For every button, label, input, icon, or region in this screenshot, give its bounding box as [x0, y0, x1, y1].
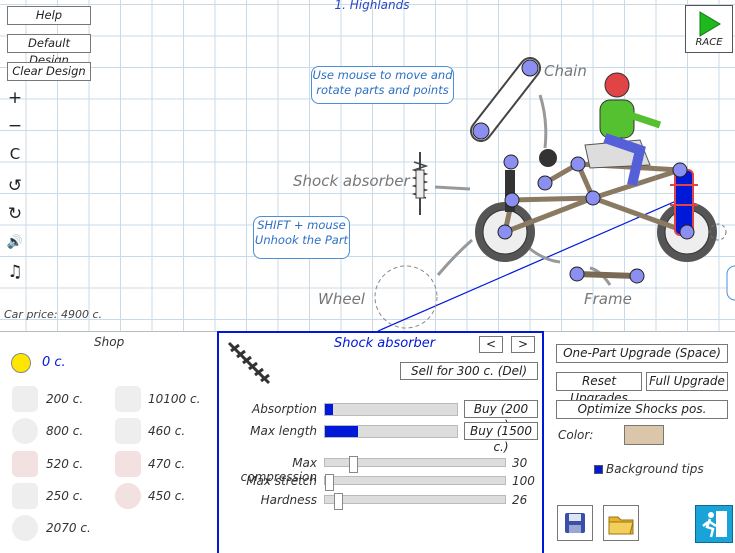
engine-icon[interactable] [115, 386, 141, 412]
shock-absorber-icon [227, 341, 271, 385]
max-stretch-value: 100 [512, 474, 535, 488]
exit-running-man-icon [702, 511, 727, 538]
reset-upgrades-button[interactable]: Reset Upgrades [556, 372, 642, 405]
max-stretch-slider[interactable] [324, 474, 506, 491]
part-panel: Shock absorber < > Sell for 300 c. (Del)… [217, 331, 544, 553]
chain-part-sample [470, 57, 541, 142]
hardness-label: Hardness [260, 493, 317, 507]
vehicle-drawing[interactable] [0, 0, 735, 331]
absorption-bar [324, 403, 458, 416]
max-compression-slider[interactable] [324, 456, 506, 473]
hammer-icon[interactable] [115, 451, 141, 477]
coin-icon [11, 353, 31, 373]
prev-part-button[interactable]: < [479, 336, 503, 353]
shop-price[interactable]: 250 c. [46, 489, 83, 503]
right-panel: One-Part Upgrade (Space) Reset Upgrades … [545, 332, 735, 552]
shop-price[interactable]: 800 c. [46, 424, 83, 438]
max-length-label: Max length [250, 424, 317, 438]
shop-price[interactable]: 2070 c. [46, 521, 91, 535]
absorption-fill [325, 404, 333, 415]
part-name: Shock absorber [334, 336, 436, 351]
color-label: Color: [558, 428, 594, 442]
shop-title: Shop [94, 335, 125, 349]
slider-thumb[interactable] [333, 493, 343, 510]
hardness-slider[interactable] [324, 493, 506, 510]
floppy-disk-icon [565, 513, 585, 533]
frame-bar-icon[interactable] [12, 386, 38, 412]
one-part-upgrade-button[interactable]: One-Part Upgrade (Space) [556, 344, 728, 363]
load-button[interactable] [603, 505, 639, 541]
spring-icon[interactable] [12, 451, 38, 477]
shop-price[interactable]: 460 c. [148, 424, 185, 438]
shop-price[interactable]: 200 c. [46, 392, 83, 406]
max-length-bar [324, 425, 458, 438]
max-compression-value: 30 [512, 456, 528, 470]
gear-icon[interactable] [115, 483, 141, 509]
next-part-button[interactable]: > [511, 336, 535, 353]
shock-part-sample [411, 152, 429, 215]
full-upgrade-button[interactable]: Full Upgrade [646, 372, 728, 391]
absorption-label: Absorption [252, 402, 317, 416]
tire-icon[interactable] [12, 515, 38, 541]
background-tips-checkbox[interactable] [594, 465, 603, 474]
shop-price[interactable]: 520 c. [46, 457, 83, 471]
bottom-panel: Shop 0 c. 200 c. 10100 c. 800 c. 460 c. … [0, 331, 735, 553]
shop-panel: Shop 0 c. 200 c. 10100 c. 800 c. 460 c. … [0, 332, 215, 552]
optimize-shocks-button[interactable]: Optimize Shocks pos. [556, 400, 728, 419]
max-stretch-label: Max stretch [246, 474, 317, 488]
sell-button[interactable]: Sell for 300 c. (Del) [400, 362, 538, 380]
shop-price[interactable]: 450 c. [148, 489, 185, 503]
design-canvas[interactable]: 1. Highlands Help Default Design Clear D… [0, 0, 735, 331]
background-tips-label: Background tips [606, 462, 704, 476]
shop-price[interactable]: 470 c. [148, 457, 185, 471]
max-length-fill [325, 426, 358, 437]
exit-button[interactable] [695, 505, 733, 543]
buy-absorption-button[interactable]: Buy (200 c.) [464, 400, 538, 432]
folder-icon [608, 516, 634, 535]
buy-max-length-button[interactable]: Buy (1500 c.) [464, 422, 538, 454]
money: 0 c. [42, 355, 66, 370]
frame-joint-icon[interactable] [115, 418, 141, 444]
shop-price[interactable]: 10100 c. [148, 392, 200, 406]
wheel-icon[interactable] [12, 418, 38, 444]
save-button[interactable] [557, 505, 593, 541]
hardness-value: 26 [512, 493, 528, 507]
slider-thumb[interactable] [349, 456, 359, 473]
chain-icon[interactable] [12, 483, 38, 509]
slider-thumb[interactable] [325, 474, 334, 491]
color-swatch[interactable] [624, 425, 664, 445]
